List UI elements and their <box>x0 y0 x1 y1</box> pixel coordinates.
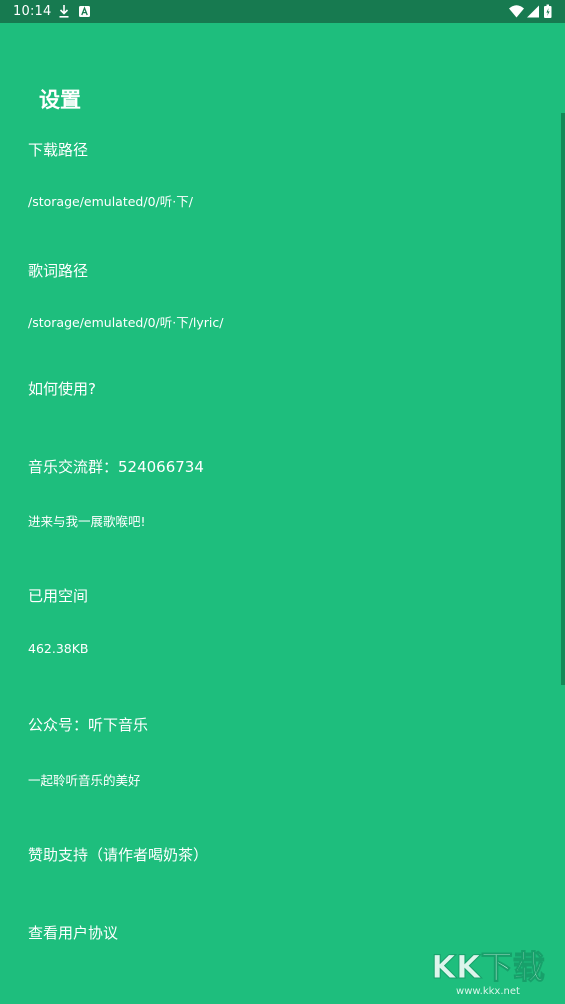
setting-title: 查看用户协议 <box>28 924 119 942</box>
battery-icon <box>544 4 552 18</box>
setting-title: 下载路径 <box>28 141 89 159</box>
setting-title: 歌词路径 <box>28 262 89 280</box>
wifi-icon <box>509 5 524 18</box>
setting-subtitle: /storage/emulated/0/听·下/ <box>28 194 193 209</box>
watermark-url: www.kkx.net <box>456 986 520 997</box>
setting-title: 公众号：听下音乐 <box>28 716 149 734</box>
a-square-icon <box>79 6 90 17</box>
scrollbar[interactable] <box>561 113 565 685</box>
setting-title: 音乐交流群：524066734 <box>28 458 204 476</box>
watermark-logo: KK下载 www.kkx.net <box>425 942 551 998</box>
setting-title: 如何使用? <box>28 380 96 398</box>
status-right-icons <box>509 4 555 19</box>
signal-icon <box>527 5 539 18</box>
setting-subtitle: /storage/emulated/0/听·下/lyric/ <box>28 315 224 330</box>
setting-subtitle: 进来与我一展歌喉吧! <box>28 514 146 529</box>
status-bar: 10:14 <box>0 0 565 23</box>
setting-subtitle: 462.38KB <box>28 641 89 656</box>
setting-subtitle: 一起聆听音乐的美好 <box>28 773 141 788</box>
setting-title: 赞助支持（请作者喝奶茶） <box>28 846 209 864</box>
watermark-logo-text: KK下载 <box>431 948 545 986</box>
status-left-icons <box>57 4 97 19</box>
status-time: 10:14 <box>13 4 52 19</box>
setting-title: 已用空间 <box>28 587 89 605</box>
download-icon <box>59 5 69 18</box>
page-title: 设置 <box>39 88 81 112</box>
